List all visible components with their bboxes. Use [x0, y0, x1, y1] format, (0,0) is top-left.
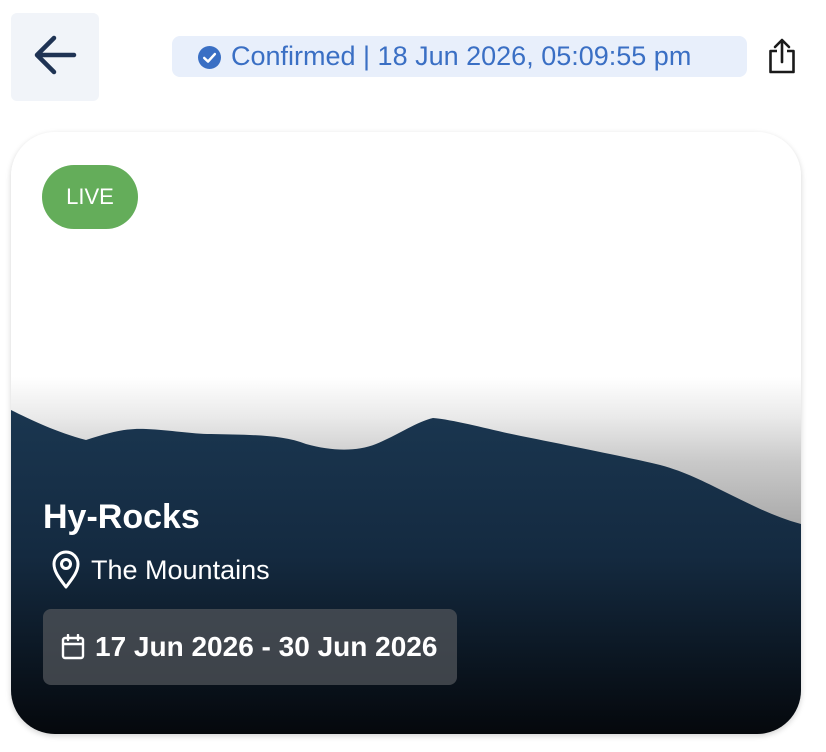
check-circle-icon — [198, 45, 221, 69]
live-badge: LIVE — [42, 165, 138, 229]
event-title: Hy-Rocks — [43, 498, 200, 536]
booking-status-text: Confirmed | 18 Jun 2026, 05:09:55 pm — [231, 41, 692, 71]
share-button[interactable] — [764, 38, 800, 78]
event-location-text: The Mountains — [91, 554, 270, 585]
arrow-left-icon — [33, 35, 77, 80]
booking-status-badge: Confirmed | 18 Jun 2026, 05:09:55 pm — [172, 36, 747, 77]
back-button[interactable] — [11, 13, 99, 101]
event-location: The Mountains — [49, 550, 270, 590]
event-card[interactable]: LIVE Hy-Rocks The Mountains 17 Jun 2026 … — [11, 132, 801, 734]
event-dates-text: 17 Jun 2026 - 30 Jun 2026 — [95, 631, 438, 662]
event-dates: 17 Jun 2026 - 30 Jun 2026 — [43, 609, 457, 685]
location-pin-icon — [49, 550, 83, 590]
share-icon — [767, 37, 797, 80]
calendar-icon — [61, 633, 85, 660]
